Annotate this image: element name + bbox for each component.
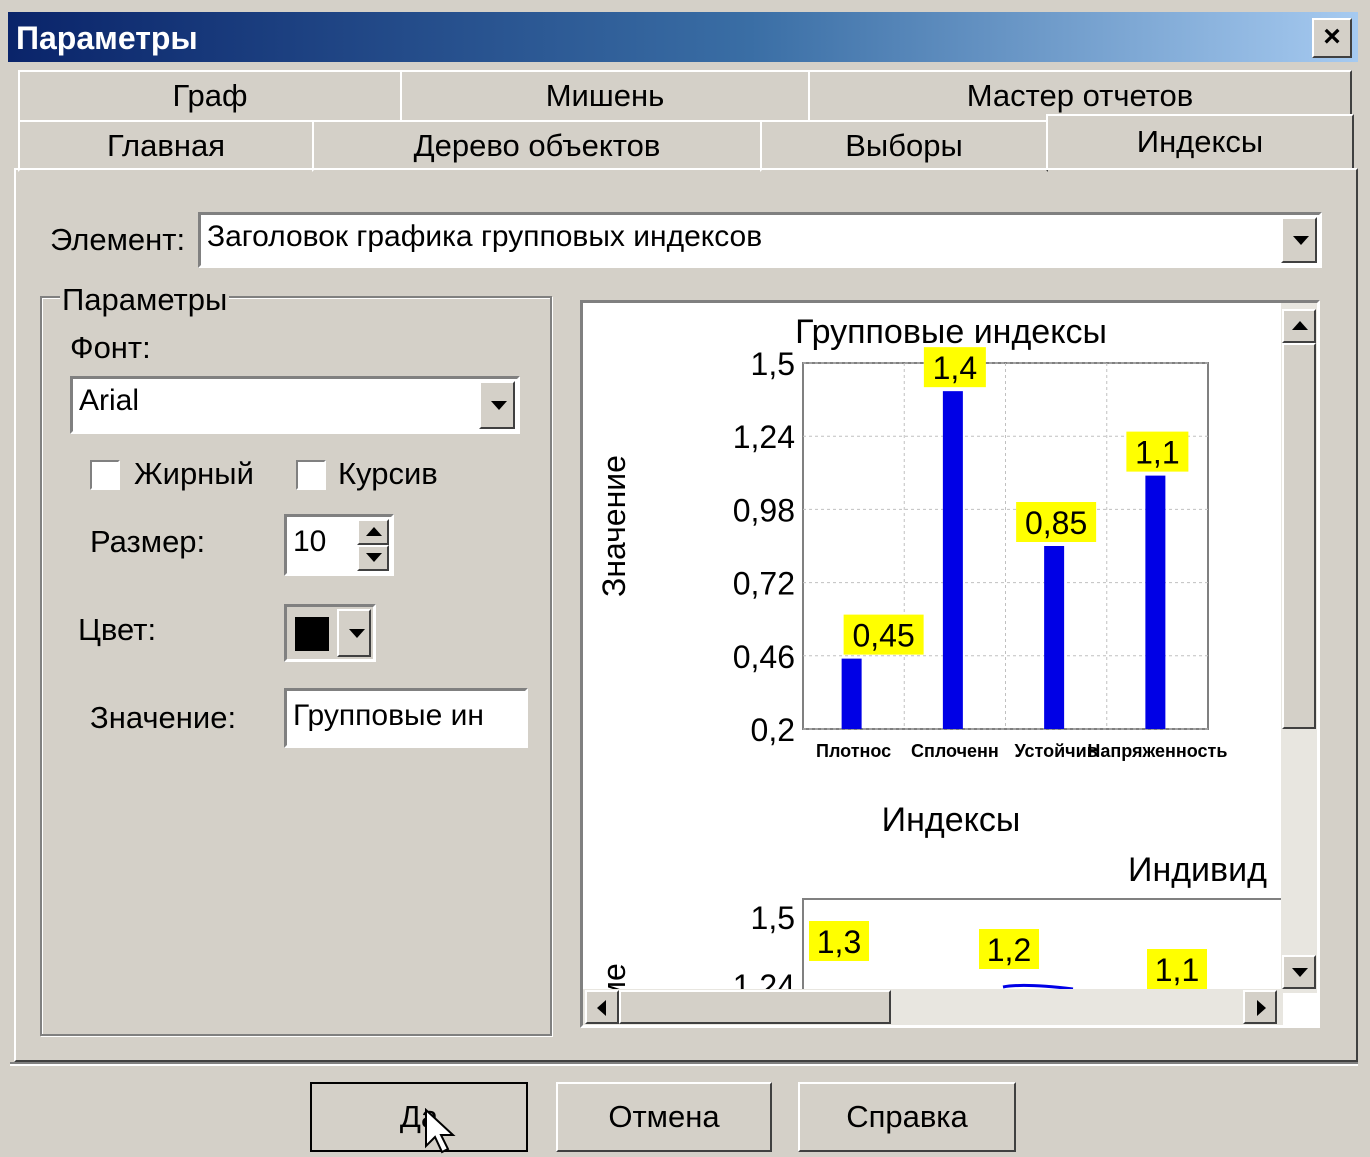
params-group-title: Параметры bbox=[60, 282, 230, 318]
spin-up-icon[interactable] bbox=[357, 519, 389, 545]
font-select-value: Arial bbox=[79, 384, 140, 417]
scroll-right-icon[interactable] bbox=[1243, 990, 1277, 1024]
color-label: Цвет: bbox=[78, 612, 157, 647]
tab-mishen[interactable]: Мишень bbox=[400, 70, 810, 122]
data-label: 1,1 bbox=[1135, 435, 1179, 471]
chart-title: Индивид bbox=[1128, 851, 1267, 889]
element-label: Элемент: bbox=[50, 222, 186, 257]
bar bbox=[1044, 546, 1065, 729]
separator bbox=[10, 1062, 1358, 1066]
window-title: Параметры bbox=[16, 20, 198, 56]
mouse-cursor-icon bbox=[425, 1108, 456, 1154]
plot-area bbox=[802, 898, 1283, 993]
chart-title: Групповые индексы bbox=[795, 313, 1107, 351]
horizontal-scroll-thumb[interactable] bbox=[619, 990, 891, 1024]
y-tick-label: 0,2 bbox=[751, 712, 795, 748]
help-button[interactable]: Справка bbox=[798, 1082, 1016, 1152]
y-tick-label: 1,5 bbox=[751, 346, 795, 382]
vertical-scroll-thumb[interactable] bbox=[1282, 343, 1316, 729]
close-button[interactable]: × bbox=[1312, 18, 1352, 58]
size-label: Размер: bbox=[90, 524, 206, 559]
bold-checkbox[interactable] bbox=[90, 460, 120, 490]
bar bbox=[841, 658, 862, 729]
tab-graf[interactable]: Граф bbox=[18, 70, 402, 122]
bar bbox=[1145, 475, 1166, 729]
x-tick-label: Устойчив bbox=[1014, 741, 1097, 761]
size-spinner[interactable]: 10 bbox=[284, 514, 394, 576]
cancel-button[interactable]: Отмена bbox=[556, 1082, 772, 1152]
tab-object-tree[interactable]: Дерево объектов bbox=[312, 120, 762, 172]
title-bar[interactable]: Параметры × bbox=[8, 12, 1358, 62]
value-label: Значение: bbox=[90, 700, 237, 735]
data-label: 1,2 bbox=[987, 932, 1031, 968]
value-input-text: Групповые ин bbox=[293, 699, 484, 732]
tab-main[interactable]: Главная bbox=[18, 120, 314, 172]
ok-button[interactable]: Да bbox=[310, 1082, 528, 1152]
font-select[interactable]: Arial bbox=[70, 376, 520, 434]
x-tick-label: Напряженность bbox=[1087, 741, 1227, 761]
italic-checkbox[interactable] bbox=[296, 460, 326, 490]
data-label: 0,85 bbox=[1025, 505, 1087, 541]
bold-label: Жирный bbox=[134, 456, 254, 491]
element-select-value: Заголовок графика групповых индексов bbox=[207, 220, 763, 253]
chevron-down-icon[interactable] bbox=[337, 609, 371, 657]
data-label: 1,1 bbox=[1155, 952, 1199, 988]
y-tick-label: 0,72 bbox=[733, 566, 795, 602]
x-tick-label: Сплоченн bbox=[911, 741, 999, 761]
data-label: 1,3 bbox=[817, 924, 861, 960]
dialog-window: Параметры × Граф Мишень Мастер отчетов Г… bbox=[0, 0, 1370, 1157]
tab-indexes[interactable]: Индексы bbox=[1046, 114, 1354, 170]
y-tick-label: 0,98 bbox=[733, 492, 795, 528]
y-tick-label: 1,5 bbox=[751, 900, 795, 936]
scroll-down-icon[interactable] bbox=[1282, 955, 1316, 989]
x-tick-label: Плотнос bbox=[816, 741, 891, 761]
chevron-down-icon[interactable] bbox=[479, 381, 515, 429]
y-tick-label: 1,24 bbox=[733, 419, 795, 455]
chart-preview[interactable]: Групповые индексы 1,5 1,24 0,98 0,72 0,46 0,2 З… bbox=[580, 300, 1320, 1028]
scroll-left-icon[interactable] bbox=[585, 990, 619, 1024]
spin-down-icon[interactable] bbox=[357, 545, 389, 571]
y-axis-label: Значение bbox=[596, 455, 632, 597]
x-axis-label: Индексы bbox=[882, 801, 1021, 839]
element-select[interactable]: Заголовок графика групповых индексов bbox=[198, 212, 1322, 268]
data-label: 0,45 bbox=[852, 618, 914, 654]
vertical-scrollbar[interactable] bbox=[1281, 303, 1317, 993]
color-swatch bbox=[295, 617, 329, 651]
size-value: 10 bbox=[293, 525, 327, 558]
bar bbox=[942, 391, 963, 729]
y-tick-label: 0,46 bbox=[733, 639, 795, 675]
font-label: Фонт: bbox=[70, 330, 151, 365]
horizontal-scrollbar[interactable] bbox=[583, 989, 1283, 1025]
value-input[interactable]: Групповые ин bbox=[284, 688, 528, 748]
chevron-down-icon[interactable] bbox=[1281, 217, 1317, 263]
italic-label: Курсив bbox=[338, 456, 438, 491]
tab-selections[interactable]: Выборы bbox=[760, 120, 1048, 172]
color-picker[interactable] bbox=[284, 604, 376, 662]
scroll-up-icon[interactable] bbox=[1282, 309, 1316, 343]
data-label: 1,4 bbox=[933, 350, 977, 386]
chart-canvas: Групповые индексы1,51,240,980,720,460,2З… bbox=[596, 313, 1283, 993]
